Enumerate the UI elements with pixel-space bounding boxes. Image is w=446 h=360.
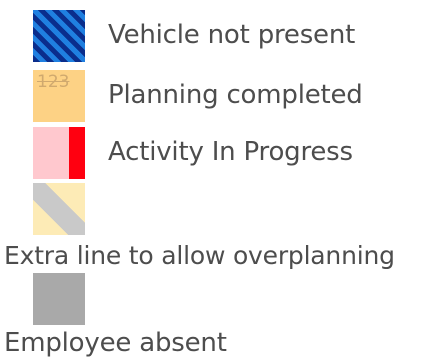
planning-completed-swatch: 123	[33, 70, 85, 122]
activity-in-progress-swatch	[33, 127, 85, 179]
activity-in-progress-label: Activity In Progress	[108, 137, 353, 167]
planning-completed-label: Planning completed	[108, 80, 363, 110]
extra-line-label: Extra line to allow overplanning	[4, 241, 395, 270]
vehicle-not-present-swatch	[33, 10, 85, 62]
extra-line-swatch	[33, 183, 85, 235]
legend: Vehicle not present 123 Planning complet…	[0, 0, 446, 360]
employee-absent-swatch	[33, 273, 85, 325]
planning-completed-number: 123	[37, 72, 70, 92]
vehicle-not-present-label: Vehicle not present	[108, 20, 356, 50]
activity-progress-bar	[69, 127, 85, 179]
employee-absent-label: Employee absent	[4, 328, 227, 358]
